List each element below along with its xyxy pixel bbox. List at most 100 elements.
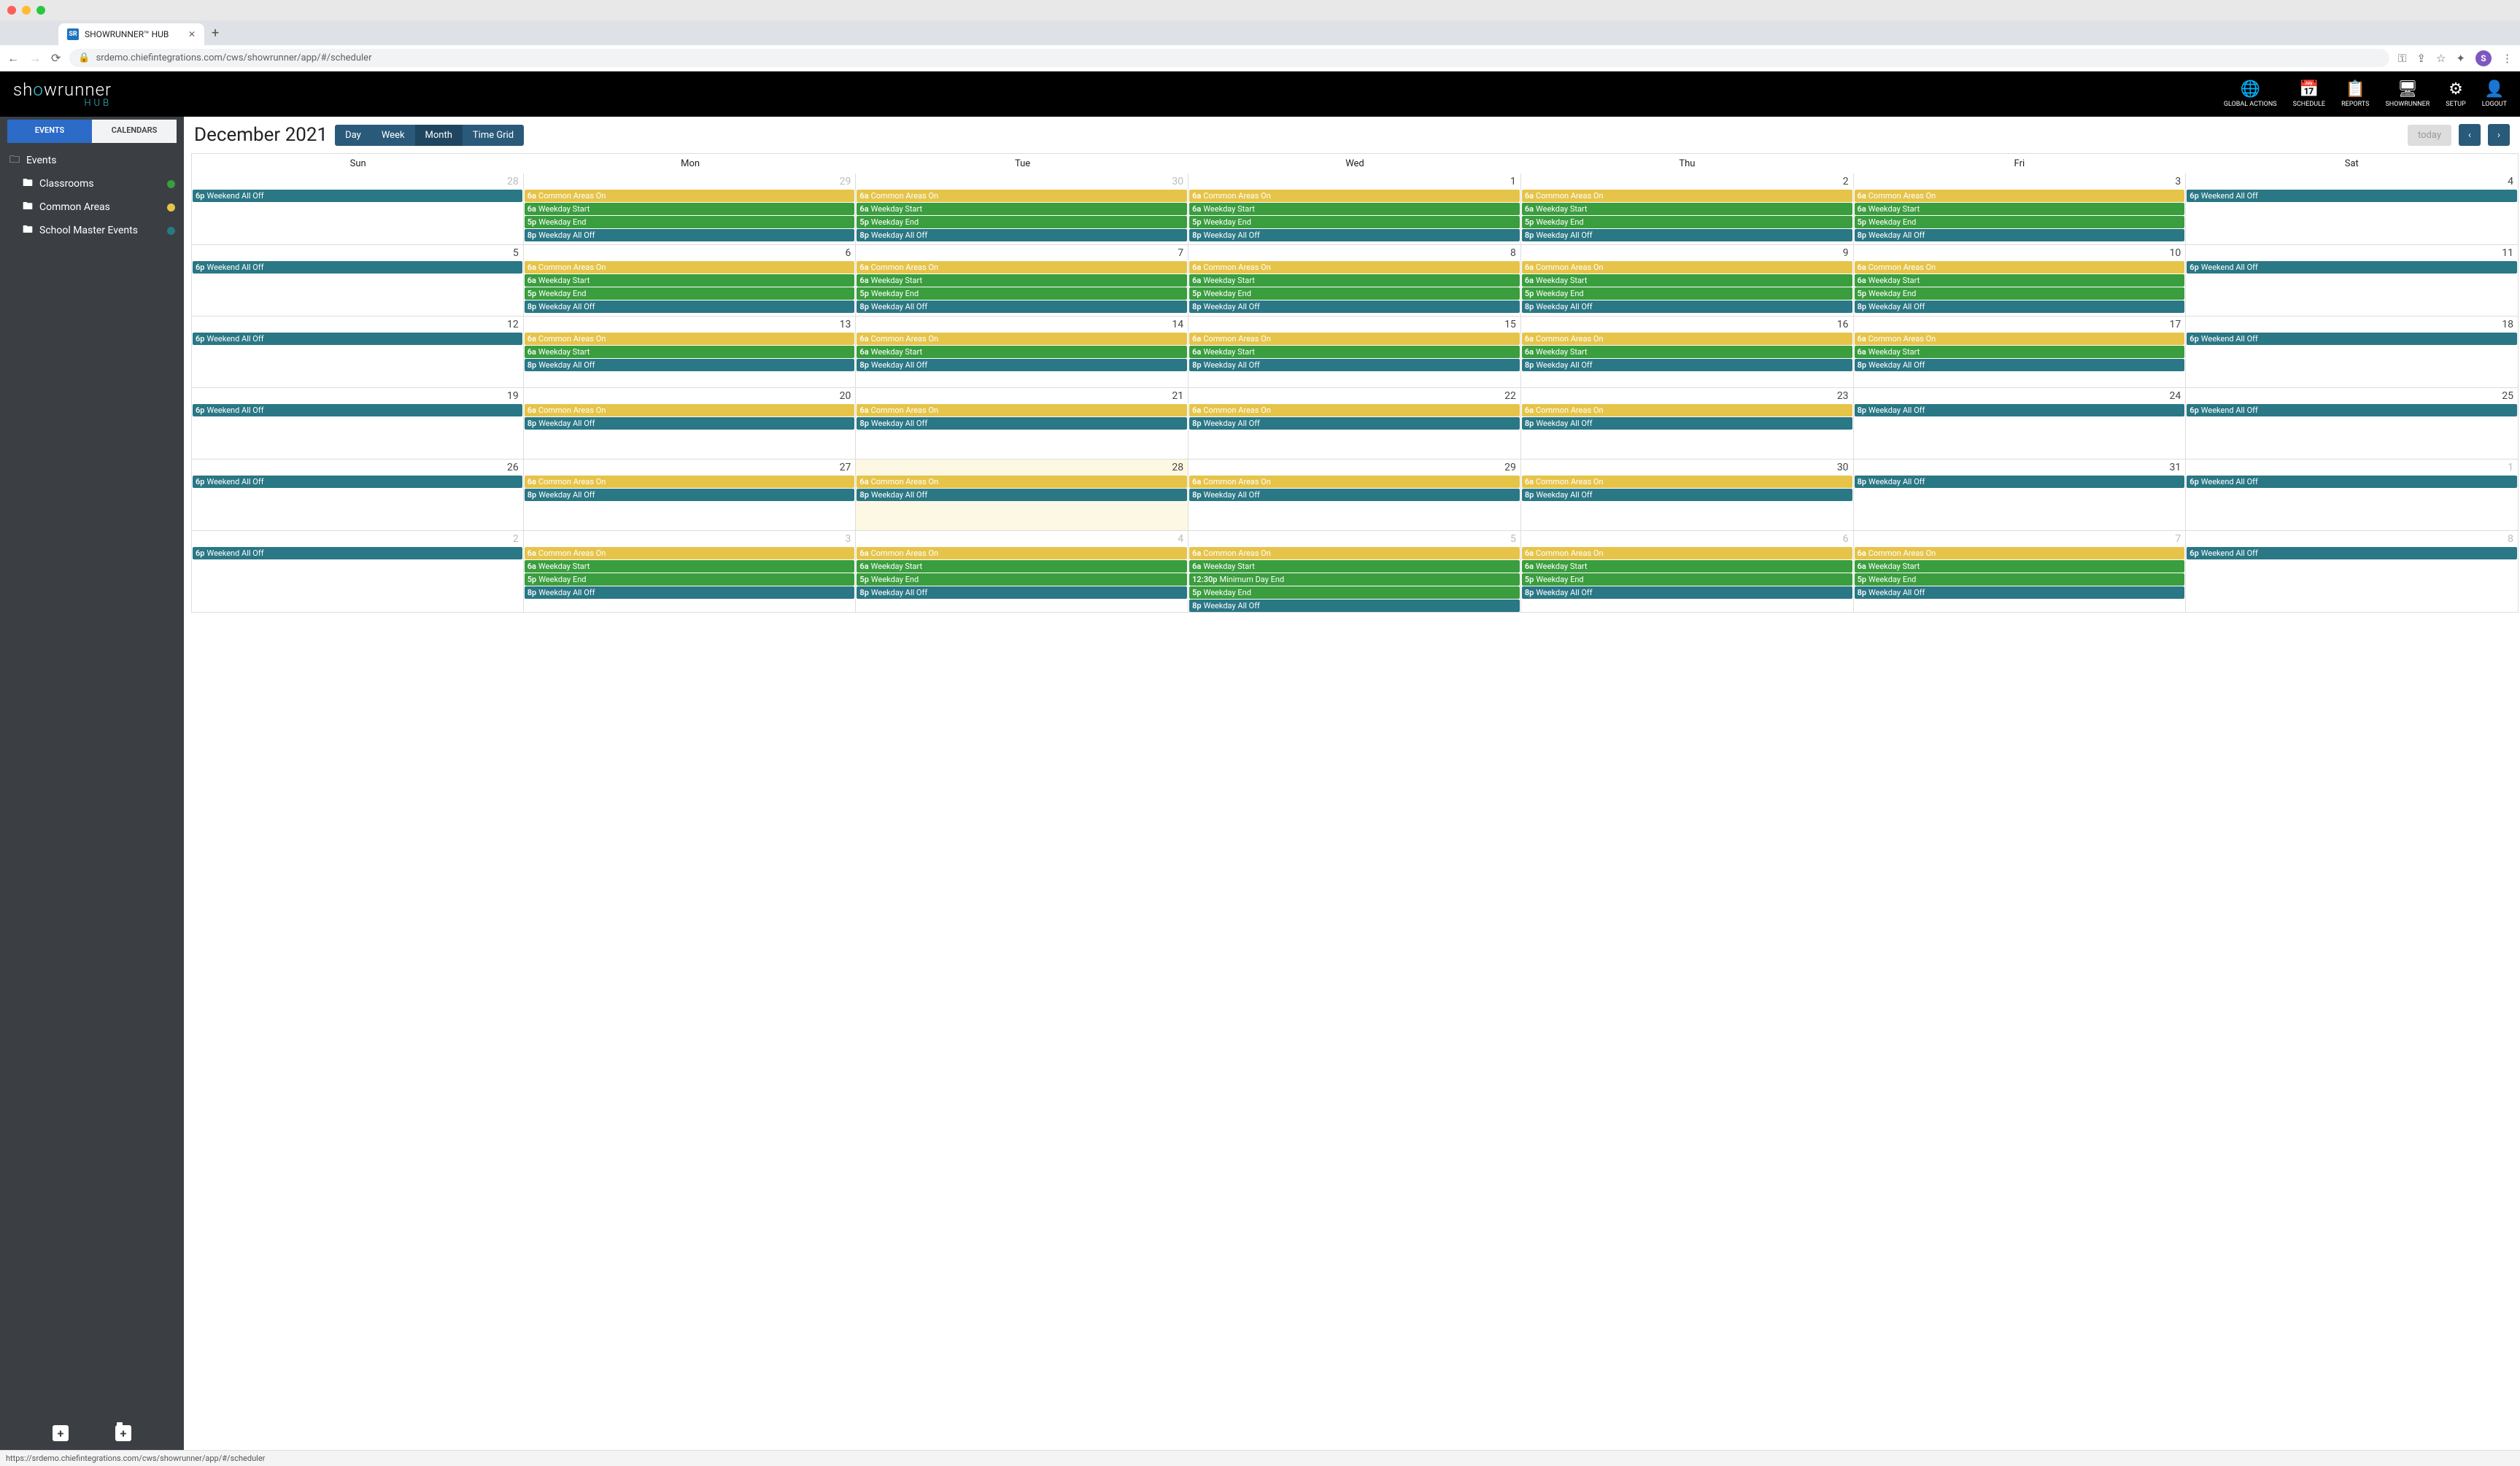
event-weekend_off[interactable]: 6pWeekend All Off [193, 476, 522, 488]
event-weekday_start[interactable]: 6aWeekday Start [1855, 203, 2185, 215]
window-max-dot[interactable] [36, 6, 45, 15]
event-weekday_start[interactable]: 6aWeekday Start [1189, 203, 1520, 215]
calendar-day-cell[interactable]: 116pWeekend All Off [2186, 245, 2519, 317]
calendar-day-cell[interactable]: 16pWeekend All Off [2186, 459, 2519, 531]
event-weekday_off[interactable]: 8pWeekday All Off [1855, 229, 2185, 241]
event-weekday_end[interactable]: 5pWeekday End [525, 216, 855, 228]
event-weekday_start[interactable]: 6aWeekday Start [1522, 346, 1852, 358]
event-common_on[interactable]: 6aCommon Areas On [857, 333, 1187, 345]
calendar-day-cell[interactable]: 46aCommon Areas On6aWeekday Start5pWeekd… [856, 531, 1189, 613]
header-nav-setup[interactable]: ⚙SETUP [2446, 80, 2465, 108]
tab-close-icon[interactable]: ✕ [188, 29, 196, 39]
event-weekday_end[interactable]: 5pWeekday End [857, 287, 1187, 300]
nav-reload-icon[interactable]: ⟳ [51, 51, 61, 66]
profile-avatar[interactable]: S [2475, 50, 2492, 66]
event-weekday_off[interactable]: 8pWeekday All Off [1522, 417, 1852, 430]
calendar-day-cell[interactable]: 106aCommon Areas On6aWeekday Start5pWeek… [1854, 245, 2187, 317]
calendar-day-cell[interactable]: 236aCommon Areas On8pWeekday All Off [1521, 388, 1854, 459]
event-weekday_off[interactable]: 8pWeekday All Off [525, 489, 855, 501]
calendar-day-cell[interactable]: 266pWeekend All Off [191, 459, 524, 531]
event-common_on[interactable]: 6aCommon Areas On [525, 261, 855, 274]
calendar-day-cell[interactable]: 56aCommon Areas On6aWeekday Start12:30pM… [1189, 531, 1521, 613]
calendar-day-cell[interactable]: 36aCommon Areas On6aWeekday Start5pWeekd… [1854, 174, 2187, 245]
event-weekday_off[interactable]: 8pWeekday All Off [857, 359, 1187, 371]
calendar-day-cell[interactable]: 306aCommon Areas On6aWeekday Start5pWeek… [856, 174, 1189, 245]
event-min_day_end[interactable]: 12:30pMinimum Day End [1189, 573, 1520, 586]
event-common_on[interactable]: 6aCommon Areas On [1522, 404, 1852, 416]
event-weekday_off[interactable]: 8pWeekday All Off [1522, 359, 1852, 371]
event-common_on[interactable]: 6aCommon Areas On [525, 404, 855, 416]
sidebar-tab-calendars[interactable]: CALENDARS [92, 120, 177, 143]
event-weekday_off[interactable]: 8pWeekday All Off [525, 586, 855, 599]
event-weekday_end[interactable]: 5pWeekday End [1855, 216, 2185, 228]
calendar-day-cell[interactable]: 286aCommon Areas On8pWeekday All Off [856, 459, 1189, 531]
event-weekday_start[interactable]: 6aWeekday Start [525, 346, 855, 358]
calendar-day-cell[interactable]: 86aCommon Areas On6aWeekday Start5pWeekd… [1189, 245, 1521, 317]
event-weekend_off[interactable]: 6pWeekend All Off [2187, 333, 2517, 345]
calendar-day-cell[interactable]: 248pWeekday All Off [1854, 388, 2187, 459]
event-weekday_end[interactable]: 5pWeekday End [1189, 216, 1520, 228]
event-common_on[interactable]: 6aCommon Areas On [1522, 261, 1852, 274]
event-common_on[interactable]: 6aCommon Areas On [525, 190, 855, 202]
event-weekday_start[interactable]: 6aWeekday Start [525, 560, 855, 573]
header-nav-global-actions[interactable]: 🌐GLOBAL ACTIONS [2224, 80, 2277, 108]
event-weekday_end[interactable]: 5pWeekday End [1522, 573, 1852, 586]
extensions-icon[interactable]: ✦ [2456, 52, 2465, 65]
tree-item-common-areas[interactable]: 🖿Common Areas [9, 195, 175, 219]
event-weekday_off[interactable]: 8pWeekday All Off [857, 586, 1187, 599]
bookmark-icon[interactable]: ☆ [2436, 52, 2446, 65]
event-weekend_off[interactable]: 6pWeekend All Off [193, 190, 522, 202]
event-weekday_end[interactable]: 5pWeekday End [1522, 287, 1852, 300]
event-weekday_end[interactable]: 5pWeekday End [857, 216, 1187, 228]
event-weekday_end[interactable]: 5pWeekday End [1855, 287, 2185, 300]
event-weekday_start[interactable]: 6aWeekday Start [1189, 346, 1520, 358]
calendar-day-cell[interactable]: 166aCommon Areas On6aWeekday Start8pWeek… [1521, 317, 1854, 388]
window-min-dot[interactable] [22, 6, 31, 15]
event-common_on[interactable]: 6aCommon Areas On [1855, 190, 2185, 202]
event-weekday_start[interactable]: 6aWeekday Start [525, 203, 855, 215]
event-weekday_off[interactable]: 8pWeekday All Off [525, 359, 855, 371]
event-weekday_end[interactable]: 5pWeekday End [525, 573, 855, 586]
event-common_on[interactable]: 6aCommon Areas On [1522, 476, 1852, 488]
tree-item-school-master-events[interactable]: 🖿School Master Events [9, 219, 175, 242]
calendar-day-cell[interactable]: 226aCommon Areas On8pWeekday All Off [1189, 388, 1521, 459]
event-weekday_off[interactable]: 8pWeekday All Off [1189, 229, 1520, 241]
event-weekday_off[interactable]: 8pWeekday All Off [1189, 600, 1520, 612]
event-weekday_end[interactable]: 5pWeekday End [1189, 287, 1520, 300]
event-weekday_start[interactable]: 6aWeekday Start [857, 560, 1187, 573]
calendar-day-cell[interactable]: 206aCommon Areas On8pWeekday All Off [524, 388, 857, 459]
event-weekday_start[interactable]: 6aWeekday Start [1855, 560, 2185, 573]
new-tab-button[interactable]: + [204, 21, 226, 45]
event-weekday_start[interactable]: 6aWeekday Start [1522, 560, 1852, 573]
calendar-day-cell[interactable]: 216aCommon Areas On8pWeekday All Off [856, 388, 1189, 459]
event-weekday_off[interactable]: 8pWeekday All Off [525, 229, 855, 241]
event-common_on[interactable]: 6aCommon Areas On [525, 547, 855, 559]
event-weekday_start[interactable]: 6aWeekday Start [857, 346, 1187, 358]
browser-tab[interactable]: SR SHOWRUNNER™ HUB ✕ [58, 23, 204, 45]
calendar-day-cell[interactable]: 186pWeekend All Off [2186, 317, 2519, 388]
event-weekday_start[interactable]: 6aWeekday Start [1522, 203, 1852, 215]
event-weekday_off[interactable]: 8pWeekday All Off [1189, 359, 1520, 371]
window-close-dot[interactable] [7, 6, 16, 15]
calendar-day-cell[interactable]: 76aCommon Areas On6aWeekday Start5pWeekd… [1854, 531, 2187, 613]
event-common_on[interactable]: 6aCommon Areas On [1189, 190, 1520, 202]
event-weekday_end[interactable]: 5pWeekday End [525, 287, 855, 300]
calendar-day-cell[interactable]: 66aCommon Areas On6aWeekday Start5pWeekd… [524, 245, 857, 317]
event-weekday_end[interactable]: 5pWeekday End [1189, 586, 1520, 599]
calendar-day-cell[interactable]: 126pWeekend All Off [191, 317, 524, 388]
calendar-day-cell[interactable]: 256pWeekend All Off [2186, 388, 2519, 459]
event-common_on[interactable]: 6aCommon Areas On [525, 333, 855, 345]
event-weekday_off[interactable]: 8pWeekday All Off [1522, 489, 1852, 501]
event-weekday_off[interactable]: 8pWeekday All Off [857, 417, 1187, 430]
event-weekday_start[interactable]: 6aWeekday Start [1522, 274, 1852, 287]
view-btn-time-grid[interactable]: Time Grid [463, 125, 524, 146]
header-nav-logout[interactable]: 👤LOGOUT [2482, 80, 2507, 108]
event-weekend_off[interactable]: 6pWeekend All Off [193, 261, 522, 274]
event-weekday_start[interactable]: 6aWeekday Start [1189, 560, 1520, 573]
event-common_on[interactable]: 6aCommon Areas On [1855, 333, 2185, 345]
share-icon[interactable]: ⇪ [2416, 52, 2426, 65]
kebab-menu-icon[interactable]: ⋮ [2502, 52, 2513, 65]
event-common_on[interactable]: 6aCommon Areas On [1189, 404, 1520, 416]
event-weekday_start[interactable]: 6aWeekday Start [1189, 274, 1520, 287]
event-weekday_start[interactable]: 6aWeekday Start [857, 274, 1187, 287]
